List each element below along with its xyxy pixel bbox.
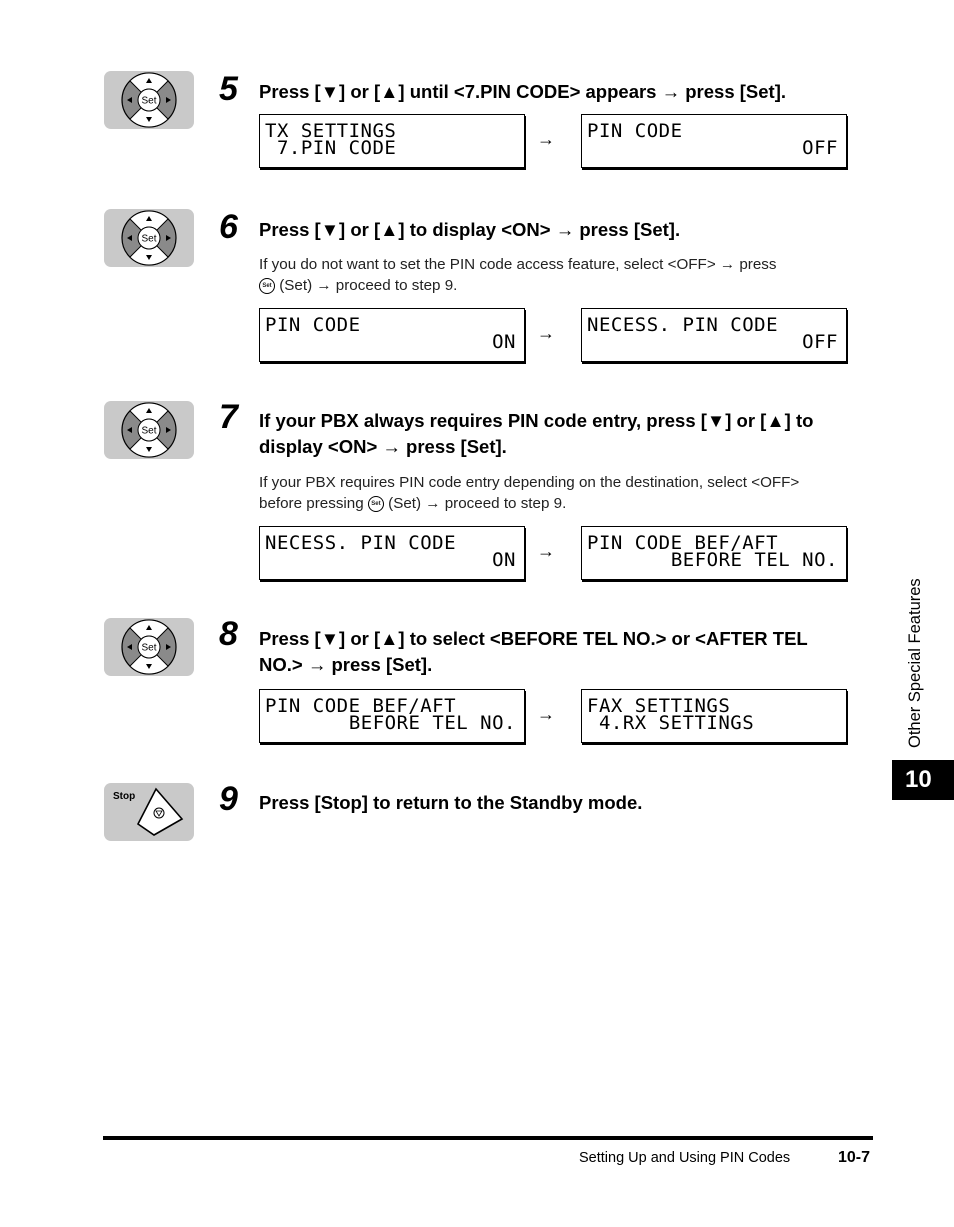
lcd-line-2: BEFORE TEL NO. (348, 712, 516, 734)
lcd-display-after: PIN CODE BEF/AFT BEFORE TEL NO. (581, 526, 847, 580)
lcd-display-after: FAX SETTINGS 4.RX SETTINGS (581, 689, 847, 743)
page-number: 10-7 (838, 1149, 871, 1166)
stop-label: Stop (113, 791, 135, 802)
lcd-line-2: OFF (802, 331, 838, 353)
step-title: If your PBX always requires PIN code ent… (259, 408, 874, 460)
step-description: If you do not want to set the PIN code a… (259, 254, 874, 296)
step-description: If your PBX requires PIN code entry depe… (259, 472, 874, 514)
set-button-icon: Set (367, 495, 384, 512)
lcd-line-1: PIN CODE (265, 314, 361, 336)
lcd-display-after: PIN CODE OFF (581, 114, 847, 168)
lcd-line-1: PIN CODE (587, 120, 683, 142)
description-line: If your PBX requires PIN code entry depe… (259, 474, 800, 491)
set-key-illustration: Set (104, 209, 194, 267)
step-number: 5 (219, 70, 238, 108)
title-line: display <ON> → press [Set]. (259, 436, 507, 457)
set-key-illustration: Set (104, 618, 194, 676)
lcd-line-2: 4.RX SETTINGS (587, 712, 755, 734)
step-title: Press [▼] or [▲] until <7.PIN CODE> appe… (259, 81, 787, 102)
title-line: NO.> → press [Set]. (259, 654, 433, 675)
section-label: Other Special Features (906, 578, 924, 748)
arrow-icon: → (537, 129, 555, 149)
lcd-display-before: PIN CODE BEF/AFT BEFORE TEL NO. (259, 689, 525, 743)
arrow-icon: → (537, 541, 555, 561)
lcd-display-before: TX SETTINGS 7.PIN CODE (259, 114, 525, 168)
step-title: Press [Stop] to return to the Standby mo… (259, 792, 643, 813)
description-line: (Set) → proceed to step 9. (279, 277, 458, 294)
step-number: 9 (219, 780, 238, 818)
step-number: 7 (219, 398, 238, 436)
set-label: Set (141, 96, 156, 107)
lcd-line-1: NECESS. PIN CODE (587, 314, 779, 336)
lcd-line-2: ON (492, 331, 516, 353)
stop-key-illustration: Stop (104, 783, 194, 841)
set-label: Set (141, 426, 156, 437)
description-text: (Set) → proceed to step 9. (388, 495, 567, 512)
arrow-icon: → (537, 323, 555, 343)
lcd-line-2: OFF (802, 137, 838, 159)
set-label: Set (141, 234, 156, 245)
title-line: If your PBX always requires PIN code ent… (259, 410, 814, 431)
footer-section-title: Setting Up and Using PIN Codes (579, 1150, 791, 1166)
lcd-line-1: NECESS. PIN CODE (265, 532, 457, 554)
lcd-line-2: ON (492, 549, 516, 571)
lcd-line-2: BEFORE TEL NO. (670, 549, 838, 571)
set-label: Set (141, 643, 156, 654)
footer-divider (103, 1136, 873, 1140)
stop-button-shape (136, 787, 184, 836)
lcd-display-before: NECESS. PIN CODE ON (259, 526, 525, 580)
arrow-icon: → (537, 704, 555, 724)
description-line: If you do not want to set the PIN code a… (259, 256, 777, 273)
step-title: Press [▼] or [▲] to display <ON> → press… (259, 219, 681, 240)
lcd-display-after: NECESS. PIN CODE OFF (581, 308, 847, 362)
set-button-icon: Set (259, 277, 275, 294)
set-key-illustration: Set (104, 71, 194, 129)
step-title: Press [▼] or [▲] to select <BEFORE TEL N… (259, 626, 874, 678)
chapter-tab: 10 (892, 760, 954, 800)
description-text: before pressing (259, 495, 364, 512)
title-line: Press [▼] or [▲] to select <BEFORE TEL N… (259, 628, 808, 649)
set-key-illustration: Set (104, 401, 194, 459)
step-number: 6 (219, 208, 238, 246)
lcd-display-before: PIN CODE ON (259, 308, 525, 362)
step-number: 8 (219, 615, 238, 653)
lcd-line-2: 7.PIN CODE (265, 137, 397, 159)
